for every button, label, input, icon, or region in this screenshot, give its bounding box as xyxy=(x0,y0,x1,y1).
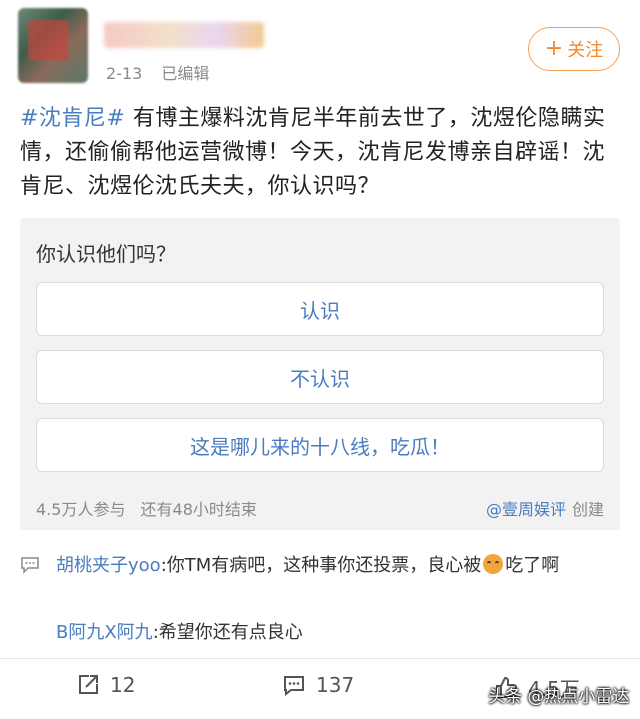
comment-icon xyxy=(284,676,304,697)
comment-1[interactable]: 胡桃夹子yoo:你TM有病吧，这种事你还投票，良心被 吃了啊 xyxy=(56,553,620,579)
plus-icon: + xyxy=(544,36,564,61)
watermark: 头条 @热点小雷达 xyxy=(488,687,630,707)
post-body: #沈肯尼# 有博主爆料沈肯尼半年前去世了，沈煜伦隐瞒实情，还偷偷帮他运营微博！今… xyxy=(20,102,620,204)
actions-divider xyxy=(0,658,640,659)
comment-2-text: :希望你还有点良心 xyxy=(152,622,303,643)
avatar[interactable] xyxy=(18,8,88,83)
poll-option-3[interactable]: 这是哪儿来的十八线，吃瓜！ xyxy=(36,418,604,472)
poll-question: 你认识他们吗？ xyxy=(36,242,176,266)
poll-stats: 4.5万人参与 还有48小时结束 xyxy=(36,496,257,520)
comment-2-user[interactable]: B阿九X阿九 xyxy=(56,622,153,643)
hashtag-link[interactable]: #沈肯尼# xyxy=(20,106,125,131)
edited-label: 已编辑 xyxy=(161,64,210,83)
angry-face-emoji-icon xyxy=(483,554,504,574)
post-header: 2-13 已编辑 + 关注 xyxy=(0,0,640,95)
comment-bubble-icon xyxy=(20,555,40,575)
poll-creator: @壹周娱评 创建 xyxy=(486,496,604,520)
poll-creator-suffix: 创建 xyxy=(571,500,604,519)
follow-label: 关注 xyxy=(567,40,604,61)
repost-count: 12 xyxy=(110,673,136,697)
comment-1-user[interactable]: 胡桃夹子yoo xyxy=(56,555,161,576)
post-meta: 2-13 已编辑 xyxy=(106,60,209,84)
poll-card: 你认识他们吗？ 认识 不认识 这是哪儿来的十八线，吃瓜！ 4.5万人参与 还有4… xyxy=(20,218,620,530)
follow-button[interactable]: + 关注 xyxy=(528,27,620,71)
poll-participants: 4.5万人参与 xyxy=(36,500,126,519)
comment-count: 137 xyxy=(316,673,355,697)
comment-1-text: :你TM有病吧，这种事你还投票，良心被 xyxy=(160,555,482,576)
repost-icon xyxy=(79,675,98,694)
comment-button[interactable]: 137 xyxy=(282,673,354,697)
username-blurred[interactable] xyxy=(104,22,264,48)
poll-option-2[interactable]: 不认识 xyxy=(36,350,604,404)
comment-2[interactable]: B阿九X阿九:希望你还有点良心 xyxy=(56,620,620,646)
poll-time-left: 还有48小时结束 xyxy=(140,500,257,519)
comment-1-text-end: 吃了啊 xyxy=(505,555,560,576)
post-date: 2-13 xyxy=(106,64,143,83)
poll-creator-link[interactable]: @壹周娱评 xyxy=(486,500,566,519)
repost-button[interactable]: 12 xyxy=(76,673,135,697)
poll-option-1[interactable]: 认识 xyxy=(36,282,604,336)
